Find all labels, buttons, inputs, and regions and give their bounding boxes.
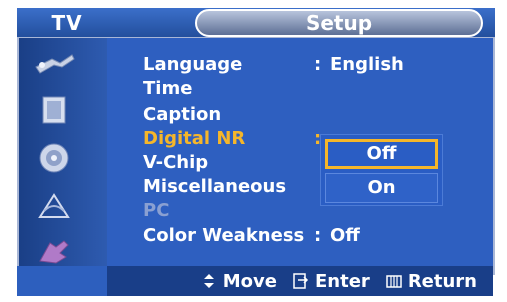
return-icon [386,275,402,288]
menu-item-pc: PC [143,200,170,221]
help-enter: Enter [293,271,370,292]
menu-title: Setup [195,9,483,37]
menu-item-miscellaneous[interactable]: Miscellaneous [143,175,286,199]
help-return: Return [386,271,477,292]
menu-item-language[interactable]: Language [143,53,242,77]
menu-item-v-chip[interactable]: V-Chip [143,151,208,175]
help-move: Move [201,271,277,292]
channel-icon[interactable] [24,188,84,224]
help-move-label: Move [222,270,277,292]
help-return-label: Return [407,270,477,292]
sound-icon[interactable] [24,140,84,176]
setup-icon[interactable] [24,234,84,270]
language-value: English [330,54,404,75]
menu-item-time[interactable]: Time [143,77,192,101]
enter-icon [293,273,309,289]
up-down-arrow-icon [203,274,214,288]
picture-icon[interactable] [24,92,84,128]
tv-osd-screen: TV Setup Language : English Time Caption… [0,0,507,302]
menu-item-caption[interactable]: Caption [143,103,221,127]
tv-label: TV [51,11,83,35]
menu-item-color-weakness[interactable]: Color Weakness [143,224,304,248]
input-icon[interactable] [24,44,84,80]
help-enter-label: Enter [315,270,370,292]
color-weakness-value: Off [330,225,360,246]
option-off[interactable]: Off [325,139,438,169]
colon-color-weakness: : [314,225,322,246]
colon-language: : [314,54,322,75]
option-on[interactable]: On [325,173,438,203]
digital-nr-dropdown: Off On [320,134,443,206]
help-bar: Move Enter Return [107,266,493,296]
menu-item-digital-nr[interactable]: Digital NR [143,127,245,151]
